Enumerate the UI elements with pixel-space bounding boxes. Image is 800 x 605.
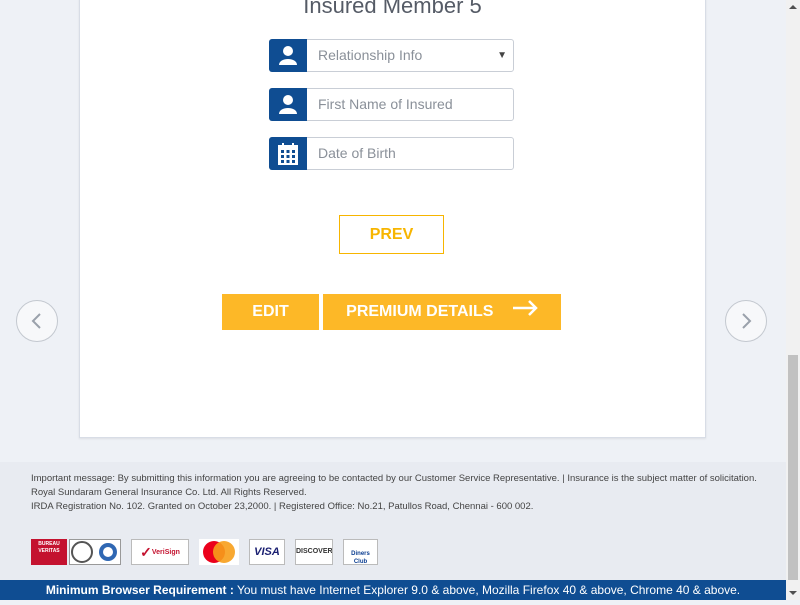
next-slide-button[interactable] xyxy=(725,300,767,342)
insured-member-card: Insured Member 5 Relationship Info ▼ Fir… xyxy=(79,0,706,438)
relationship-value: Relationship Info xyxy=(318,47,423,63)
first-name-field[interactable]: First Name of Insured xyxy=(269,88,514,121)
browser-requirement-text: You must have Internet Explorer 9.0 & ab… xyxy=(233,583,741,597)
footer: Important message: By submitting this in… xyxy=(0,462,786,580)
premium-details-label: PREMIUM DETAILS xyxy=(346,303,494,321)
chevron-right-icon xyxy=(742,313,752,329)
diners-club-logo: Diners Club xyxy=(343,539,378,565)
discover-logo: DISCOVER xyxy=(295,539,333,565)
previous-slide-button[interactable] xyxy=(16,300,58,342)
relationship-select[interactable]: Relationship Info ▼ xyxy=(269,39,514,72)
footer-registration: IRDA Registration No. 102. Granted on Oc… xyxy=(31,501,534,512)
visa-logo: VISA xyxy=(249,539,285,565)
scroll-up-arrow-icon[interactable] xyxy=(786,0,800,14)
date-of-birth-field[interactable]: Date of Birth xyxy=(269,137,514,170)
footer-important-message: Important message: By submitting this in… xyxy=(31,473,757,484)
bureau-veritas-logo: BUREAU VERITAS xyxy=(31,539,67,565)
first-name-placeholder: First Name of Insured xyxy=(318,96,453,112)
user-icon xyxy=(269,88,307,121)
mastercard-logo xyxy=(199,539,239,565)
vertical-scrollbar[interactable] xyxy=(786,0,800,600)
iso-certification-logo xyxy=(69,539,121,565)
browser-requirement-label: Minimum Browser Requirement : xyxy=(45,583,234,597)
calendar-icon[interactable] xyxy=(269,137,307,170)
browser-requirement-bar: Minimum Browser Requirement : You must h… xyxy=(0,580,786,600)
arrow-right-icon xyxy=(512,294,538,330)
member-title: Insured Member 5 xyxy=(303,0,482,18)
checkmark-icon: ✓ xyxy=(140,544,152,560)
user-icon xyxy=(269,39,307,72)
dob-placeholder: Date of Birth xyxy=(318,145,396,161)
prev-button[interactable]: PREV xyxy=(339,215,444,254)
chevron-left-icon xyxy=(31,313,41,329)
premium-details-button[interactable]: PREMIUM DETAILS xyxy=(323,294,561,330)
verisign-logo: ✓VeriSign Secured xyxy=(131,539,189,565)
edit-button[interactable]: EDIT xyxy=(222,294,319,330)
chevron-down-icon: ▼ xyxy=(497,50,507,61)
scroll-thumb[interactable] xyxy=(788,355,798,580)
scroll-down-arrow-icon[interactable] xyxy=(786,586,800,600)
footer-copyright: Royal Sundaram General Insurance Co. Ltd… xyxy=(31,487,307,498)
